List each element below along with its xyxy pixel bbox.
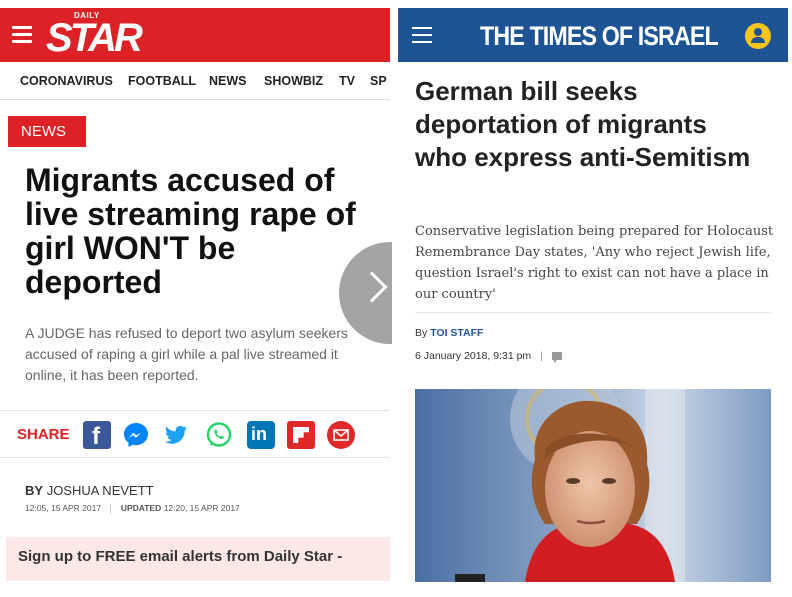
- byline: By TOI STAFF: [415, 327, 483, 339]
- menu-icon[interactable]: [412, 27, 432, 43]
- twitter-icon[interactable]: [162, 421, 190, 449]
- nav-item-tv[interactable]: TV: [339, 74, 355, 88]
- email-alert-text: Sign up to FREE email alerts from Daily …: [18, 548, 343, 565]
- daily-star-panel: DAILY STAR CORONAVIRUS FOOTBALL NEWS SHO…: [0, 0, 392, 597]
- linkedin-icon[interactable]: in: [247, 421, 275, 449]
- byline: BY JOSHUA NEVETT: [25, 483, 154, 498]
- daily-star-header: DAILY STAR: [0, 8, 390, 62]
- byline-prefix: BY: [25, 483, 44, 498]
- article-dates: 12:05, 15 APR 2017 UPDATED 12:20, 15 APR…: [25, 503, 240, 514]
- times-of-israel-panel: THE TIMES OF ISRAEL German bill seeks de…: [398, 0, 792, 597]
- share-label: SHARE: [17, 426, 70, 443]
- share-bar: SHARE f in: [0, 410, 390, 458]
- article-headline: German bill seeks deportation of migrant…: [415, 76, 751, 172]
- published-date: 6 January 2018, 9:31 pm: [415, 350, 532, 362]
- author-name[interactable]: TOI STAFF: [430, 327, 483, 339]
- messenger-icon[interactable]: [122, 421, 150, 449]
- toi-logo[interactable]: THE TIMES OF ISRAEL: [480, 21, 719, 52]
- comment-icon[interactable]: [551, 352, 562, 364]
- chevron-right-icon: [356, 271, 388, 303]
- updated-label: UPDATED: [120, 503, 162, 513]
- article-date: 6 January 2018, 9:31 pm |: [415, 350, 562, 364]
- nav-item-football[interactable]: FOOTBALL: [128, 74, 196, 88]
- menu-icon[interactable]: [12, 26, 32, 43]
- flipboard-icon[interactable]: [287, 421, 315, 449]
- date-separator: |: [540, 350, 543, 362]
- section-nav: CORONAVIRUS FOOTBALL NEWS SHOWBIZ TV SP: [0, 62, 390, 100]
- nav-item-news[interactable]: NEWS: [209, 74, 247, 88]
- published-date: 12:05, 15 APR 2017: [25, 503, 102, 513]
- author-name[interactable]: JOSHUA NEVETT: [47, 483, 154, 498]
- article-standfirst: A JUDGE has refused to deport two asylum…: [25, 325, 348, 383]
- updated-date: 12:20, 15 APR 2017: [163, 503, 240, 513]
- date-divider: [110, 503, 112, 514]
- user-account-icon[interactable]: [745, 23, 771, 49]
- email-alert-signup[interactable]: Sign up to FREE email alerts from Daily …: [6, 537, 390, 581]
- logo-star-text: STAR: [46, 16, 143, 60]
- article-headline: Migrants accused of live streaming rape …: [25, 162, 356, 300]
- email-icon[interactable]: [327, 421, 355, 449]
- divider: [415, 312, 771, 313]
- section-tag[interactable]: NEWS: [8, 116, 86, 147]
- byline-prefix: By: [415, 327, 428, 339]
- article-photo: [415, 389, 771, 582]
- nav-item-sport[interactable]: SP: [370, 74, 387, 88]
- toi-header: THE TIMES OF ISRAEL: [398, 8, 788, 62]
- nav-item-showbiz[interactable]: SHOWBIZ: [264, 74, 323, 88]
- whatsapp-icon[interactable]: [205, 421, 233, 449]
- facebook-icon[interactable]: f: [83, 421, 111, 450]
- article-excerpt: Conservative legislation being prepared …: [415, 224, 774, 302]
- nav-item-coronavirus[interactable]: CORONAVIRUS: [20, 74, 113, 88]
